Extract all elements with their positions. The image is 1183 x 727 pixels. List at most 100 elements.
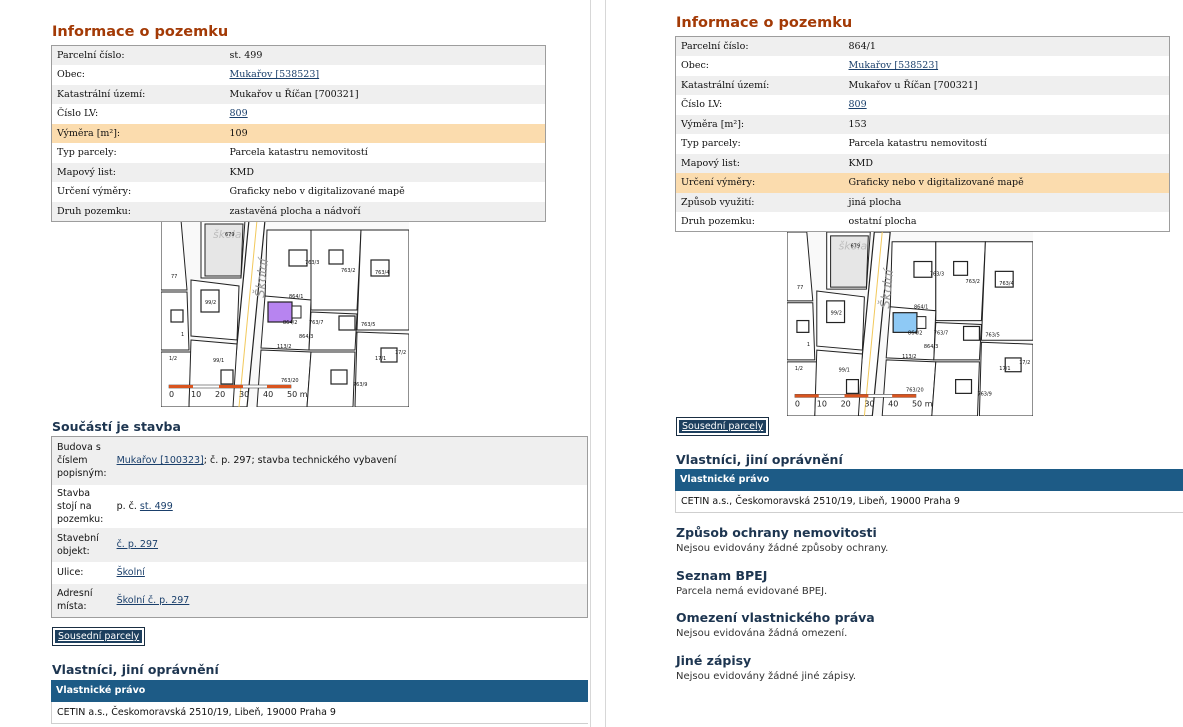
info-value-cell: Graficky nebo v digitalizované mapě bbox=[843, 173, 1170, 193]
parcel-outline bbox=[978, 341, 1033, 416]
info-row: Obec: Mukařov [538523] bbox=[51, 65, 546, 85]
info-value-cell: 809 bbox=[224, 104, 546, 124]
parcel-number-label: 763/4 bbox=[999, 281, 1013, 287]
info-label: Druh pozemku: bbox=[675, 212, 844, 232]
info-label: Mapový list: bbox=[675, 153, 844, 173]
parcel-number-label: 99/2 bbox=[205, 300, 216, 306]
parcel-outline bbox=[933, 321, 982, 361]
parcel-outline bbox=[190, 279, 240, 341]
info-value-cell: st. 499 bbox=[224, 45, 546, 65]
section-title: Jiné zápisy bbox=[676, 653, 752, 668]
info-value-cell: KMD bbox=[224, 162, 546, 182]
parcel-number-label: 77 bbox=[171, 274, 177, 280]
info-label: Katastrální území: bbox=[51, 84, 225, 104]
info-value: Mukařov u Říčan [700321] bbox=[848, 79, 978, 91]
info-label: Parcelní číslo: bbox=[51, 45, 225, 65]
section-title: Způsob ochrany nemovitosti bbox=[676, 525, 877, 540]
right-info-row: Způsob využití: jiná plocha bbox=[675, 192, 1170, 212]
parcel-number-label: 763/5 bbox=[985, 332, 999, 338]
parcel-number-label: 763/3 bbox=[930, 271, 944, 277]
info-value-link[interactable]: 809 bbox=[230, 108, 248, 119]
section-text: Parcela nemá evidované BPEJ. bbox=[676, 586, 828, 597]
info-value: KMD bbox=[229, 166, 254, 178]
right-info-row: Určení výměry: Graficky nebo v digitalizo… bbox=[675, 173, 1170, 193]
info-label: Typ parcely: bbox=[675, 134, 844, 154]
info-value: Mukařov u Říčan [700321] bbox=[229, 88, 359, 100]
info-label: Parcelní číslo: bbox=[675, 36, 844, 56]
info-value: 864/1 bbox=[848, 41, 876, 52]
parcel-number-label: 763/7 bbox=[309, 320, 323, 326]
info-label: Katastrální území: bbox=[675, 75, 844, 95]
info-value-cell: 153 bbox=[843, 114, 1170, 134]
parcel-info-table-right: Parcelní číslo: 864/1 Obec: Mukařov [538523… bbox=[675, 36, 1170, 232]
right-info-row: Obec: Mukařov [538523] bbox=[675, 56, 1170, 76]
owners-table-header-right: Vlastnické právo bbox=[675, 469, 1183, 491]
parcel-number-label: 17/2 bbox=[395, 350, 406, 356]
info-value: zastavěná plocha a nádvoří bbox=[229, 205, 361, 217]
scale-label: 0 bbox=[795, 399, 800, 408]
map-canvas[interactable]: školaŠkolní679864/1864/2763/2763/3763/47… bbox=[161, 220, 409, 407]
map-canvas[interactable]: školaŠkolní679864/1864/2763/2763/3763/47… bbox=[787, 232, 1033, 416]
info-value-link[interactable]: 809 bbox=[849, 99, 867, 110]
info-value-cell: KMD bbox=[843, 153, 1170, 173]
scale-label: 40 bbox=[263, 390, 273, 399]
stavba-label: Budova s číslem popisným: bbox=[51, 436, 112, 485]
info-label: Obec: bbox=[51, 65, 225, 85]
info-value-link[interactable]: Mukařov [538523] bbox=[230, 69, 320, 80]
info-value: 153 bbox=[848, 118, 867, 130]
scale-label: 0 bbox=[169, 390, 174, 399]
sousedni-parcely-button-right[interactable]: Sousední parcely bbox=[676, 417, 770, 436]
stavba-link[interactable]: Školní č. p. 297 bbox=[117, 595, 190, 606]
owner-row-right: CETIN a.s., Českomoravská 2510/19, Libeň… bbox=[675, 491, 1183, 513]
parcel-outline bbox=[354, 331, 409, 407]
scale-label: 20 bbox=[841, 399, 851, 408]
info-value-link[interactable]: Mukařov [538523] bbox=[849, 60, 939, 71]
stavba-prefix: p. č. bbox=[116, 500, 140, 512]
stavba-link[interactable]: st. 499 bbox=[140, 501, 173, 512]
stavba-row: Budova s číslem popisným: Mukařov [100323… bbox=[51, 436, 588, 485]
parcel-number-label: 1 bbox=[181, 332, 184, 338]
info-value: st. 499 bbox=[229, 50, 263, 61]
parcel-number-label: 763/2 bbox=[966, 279, 980, 285]
info-value-cell: Graficky nebo v digitalizované mapě bbox=[224, 182, 546, 202]
parcel-info-table: Parcelní číslo: st. 499 Obec: Mukařov [5385… bbox=[51, 45, 546, 222]
info-label: Určení výměry: bbox=[51, 182, 225, 202]
stavba-link[interactable]: Školní bbox=[117, 567, 145, 578]
pane-splitter[interactable] bbox=[590, 0, 606, 727]
parcel-number-label: 17/1 bbox=[999, 366, 1010, 372]
info-value-cell: Mukařov [538523] bbox=[843, 56, 1170, 76]
stavba-link[interactable]: č. p. 297 bbox=[117, 539, 158, 550]
stavba-value-cell: Školní bbox=[111, 561, 588, 584]
right-info-row: Výměra [m²]: 153 bbox=[675, 114, 1170, 134]
parcel-number-label: 763/3 bbox=[305, 260, 319, 266]
sousedni-parcely-button[interactable]: Sousední parcely bbox=[52, 627, 146, 646]
section-title: Omezení vlastnického práva bbox=[676, 610, 875, 625]
stavba-row: Ulice: Školní bbox=[51, 561, 588, 584]
scale-label: 50 m bbox=[912, 399, 933, 408]
cadastral-map[interactable]: škola Školní 679 864/1 864/2 763/2 763/3 763/4 7… bbox=[161, 220, 409, 407]
parcel-number-label: 99/2 bbox=[831, 311, 842, 317]
info-value-cell: Parcela katastru nemovitostí bbox=[224, 143, 546, 163]
sousedni-parcely-label: Sousední parcely bbox=[55, 630, 143, 643]
stavba-table: Budova s číslem popisným: Mukařov [100323… bbox=[51, 436, 588, 618]
info-row: Typ parcely: Parcela katastru nemovitostí bbox=[51, 143, 546, 163]
stavba-label: Stavba stojí na pozemku: bbox=[51, 484, 112, 528]
parcel-number-label: 1/2 bbox=[795, 366, 803, 372]
scale-bar-segment bbox=[169, 385, 193, 388]
stavba-link[interactable]: Mukařov [100323] bbox=[117, 455, 204, 466]
owner-row: CETIN a.s., Českomoravská 2510/19, Libeň… bbox=[51, 702, 588, 724]
cadastral-map-right[interactable]: škola Školní 679 864/1 864/2 763/2 763/3 763/4 7… bbox=[787, 232, 1033, 416]
info-row: Parcelní číslo: st. 499 bbox=[51, 45, 546, 65]
parcel-number-label: 864/3 bbox=[299, 334, 313, 340]
parcel-outline bbox=[356, 229, 409, 331]
adjacent-parcel bbox=[291, 305, 302, 319]
info-label: Typ parcely: bbox=[51, 143, 225, 163]
parcel-number-label: 864/1 bbox=[289, 294, 303, 300]
parcel-number-label: 864/2 bbox=[283, 320, 297, 326]
info-value: Graficky nebo v digitalizované mapě bbox=[848, 177, 1024, 189]
parcel-number-label: 679 bbox=[850, 244, 860, 250]
page-title-right: Informace o pozemku bbox=[676, 15, 853, 31]
scale-bar-segment bbox=[892, 394, 916, 398]
info-row: Určení výměry: Graficky nebo v digitalizo… bbox=[51, 182, 546, 202]
info-row: Mapový list: KMD bbox=[51, 162, 546, 182]
